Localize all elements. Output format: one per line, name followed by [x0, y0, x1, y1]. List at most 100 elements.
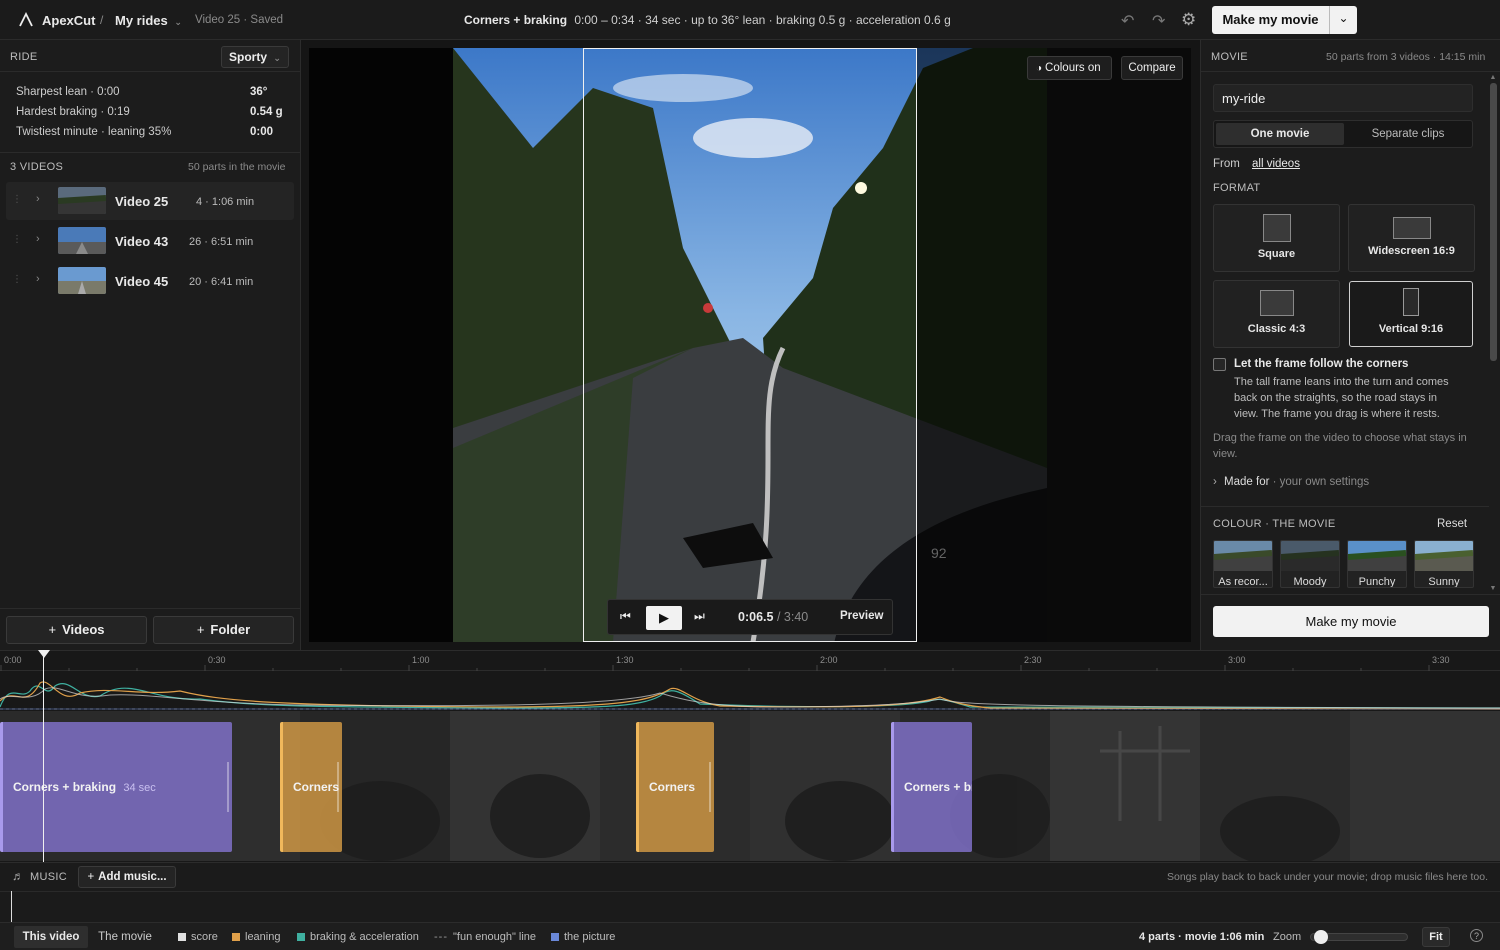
clip-duration: 34 sec	[123, 782, 156, 794]
playhead[interactable]	[43, 651, 44, 863]
add-music-button[interactable]: + Add music...	[78, 866, 176, 888]
divider	[0, 71, 300, 72]
skip-back-icon[interactable]: ⏮	[620, 609, 631, 624]
video-viewer: 92 ◑Colours on Compare ⏮ ▶ ⏭ 0:06.5 / 3:…	[301, 40, 1200, 650]
app-logo-icon	[18, 11, 34, 28]
format-label-text: Widescreen 16:9	[1368, 245, 1455, 257]
chevron-right-icon[interactable]: ›	[36, 193, 40, 205]
undo-icon[interactable]: ↶	[1121, 11, 1139, 30]
timeline-clip[interactable]: Corners + braking 34 sec	[0, 722, 232, 852]
drag-handle-icon[interactable]: ⋮	[12, 194, 22, 205]
time-ruler[interactable]: 0:00 0:30 1:00 1:30 2:00 2:30 3:00 3:30	[0, 651, 1500, 671]
stat-value: 36°	[250, 86, 268, 98]
bottom-bar: This video The movie score leaning braki…	[0, 922, 1500, 950]
videos-count-note: 50 parts in the movie	[188, 161, 286, 173]
plus-icon: +	[196, 622, 205, 637]
project-selector[interactable]: My rides ⌄	[115, 13, 182, 28]
crop-frame[interactable]	[583, 48, 917, 642]
colour-preset-sunny[interactable]: Sunny	[1414, 540, 1474, 588]
movie-name-input[interactable]	[1213, 84, 1473, 112]
music-label: MUSIC	[30, 871, 67, 883]
format-classic[interactable]: Classic 4:3	[1213, 280, 1340, 348]
drag-handle-icon[interactable]: ⋮	[12, 274, 22, 285]
chevron-right-icon[interactable]: ›	[36, 273, 40, 285]
movie-summary: 50 parts from 3 videos · 14:15 min	[1326, 51, 1486, 63]
clip-title: Corners	[649, 780, 696, 794]
colour-reset-button[interactable]: Reset	[1437, 518, 1467, 530]
colour-preview-image	[1214, 541, 1272, 571]
clip-resize-handle[interactable]	[227, 762, 229, 812]
divider	[1201, 506, 1489, 507]
breadcrumb-separator: /	[100, 13, 104, 27]
make-movie-dropdown-icon[interactable]: ⌄	[1329, 6, 1357, 34]
drag-handle-icon[interactable]: ⋮	[12, 234, 22, 245]
clip-resize-handle[interactable]	[337, 762, 339, 812]
tab-this-video[interactable]: This video	[14, 926, 88, 948]
format-vertical[interactable]: Vertical 9:16	[1349, 281, 1473, 347]
video-thumbnail	[58, 187, 106, 214]
redo-icon[interactable]: ↷	[1152, 11, 1170, 30]
format-label-text: Square	[1257, 248, 1296, 260]
scroll-up-icon[interactable]: ▲	[1488, 74, 1498, 81]
preview-button[interactable]: Preview	[840, 610, 883, 622]
ruler-minor-ticks	[0, 665, 1430, 671]
chevron-right-icon[interactable]: ›	[36, 233, 40, 245]
video-row[interactable]: ⋮ › Video 43 26 · 6:51 min	[6, 222, 294, 260]
timeline-clip[interactable]: Corners	[636, 722, 714, 852]
scrollbar-thumb[interactable]	[1489, 83, 1497, 361]
follow-corners-checkbox[interactable]	[1213, 358, 1226, 371]
legend-item: braking & acceleration	[297, 931, 419, 943]
scrollbar[interactable]: ▲ ▼	[1488, 74, 1498, 592]
zoom-slider[interactable]	[1310, 930, 1408, 944]
clip-resize-handle[interactable]	[709, 762, 711, 812]
widescreen-format-icon	[1392, 217, 1431, 239]
compare-button[interactable]: Compare	[1121, 56, 1183, 80]
play-button[interactable]: ▶	[646, 606, 682, 630]
divider	[1201, 594, 1500, 595]
parts-info: 4 parts · movie 1:06 min	[1139, 931, 1265, 943]
mode-separate-clips[interactable]: Separate clips	[1344, 123, 1472, 145]
video-meta: 20 · 6:41 min	[189, 276, 254, 288]
made-for-toggle[interactable]: › Made for · your own settings	[1213, 476, 1369, 488]
legend-item: score	[178, 931, 218, 943]
format-widescreen[interactable]: Widescreen 16:9	[1348, 204, 1475, 272]
timeline-clip[interactable]: Corners	[280, 722, 342, 852]
zoom-fit-button[interactable]: Fit	[1422, 927, 1450, 947]
colours-label: Colours on	[1045, 62, 1101, 74]
playhead-handle-icon[interactable]	[38, 650, 50, 658]
add-videos-button[interactable]: + Videos	[6, 616, 147, 644]
video-thumbnail	[58, 267, 106, 294]
add-music-label: Add music...	[98, 871, 167, 883]
stat-label: Twistiest minute · leaning 35%	[16, 126, 172, 138]
colour-preset-moody[interactable]: Moody	[1280, 540, 1340, 588]
timeline[interactable]: 0:00 0:30 1:00 1:30 2:00 2:30 3:00 3:30	[0, 650, 1500, 863]
skip-forward-icon[interactable]: ⏭	[694, 609, 705, 624]
zoom-slider-thumb[interactable]	[1314, 930, 1329, 944]
colour-preview-image	[1348, 541, 1406, 571]
help-icon[interactable]: ?	[1470, 929, 1483, 942]
video-row[interactable]: ⋮ › Video 25 4 · 1:06 min	[6, 182, 294, 220]
clip-stats: 0:00 – 0:34 · 34 sec · up to 36° lean · …	[574, 13, 951, 27]
timeline-clip[interactable]: Corners + br	[891, 722, 972, 852]
music-hint: Songs play back to back under your movie…	[1167, 871, 1488, 883]
colours-toggle-button[interactable]: ◑ Colours on	[1027, 56, 1112, 80]
legend-label: the picture	[564, 931, 616, 943]
mode-one-movie[interactable]: One movie	[1216, 123, 1344, 145]
made-for-value: · your own settings	[1272, 476, 1370, 488]
from-source-link[interactable]: all videos	[1252, 158, 1300, 170]
video-row[interactable]: ⋮ › Video 45 20 · 6:41 min	[6, 262, 294, 300]
legend-item: --- "fun enough" line	[434, 931, 536, 943]
colour-preset-as-recorded[interactable]: As recor...	[1213, 540, 1273, 588]
add-folder-button[interactable]: + Folder	[153, 616, 294, 644]
ride-preset-select[interactable]: Sporty ⌄	[221, 46, 289, 68]
tab-the-movie[interactable]: The movie	[90, 926, 160, 948]
make-movie-split-button: Make my movie ⌄	[1212, 6, 1357, 34]
colour-preset-punchy[interactable]: Punchy	[1347, 540, 1407, 588]
scroll-down-icon[interactable]: ▼	[1488, 585, 1498, 592]
gear-icon[interactable]: ⚙	[1181, 10, 1199, 29]
make-movie-button[interactable]: Make my movie	[1212, 6, 1329, 34]
crop-mask-right	[917, 48, 1047, 642]
add-folder-label: Folder	[210, 622, 251, 637]
make-movie-bottom-button[interactable]: Make my movie	[1213, 606, 1489, 637]
format-square[interactable]: Square	[1213, 204, 1340, 272]
